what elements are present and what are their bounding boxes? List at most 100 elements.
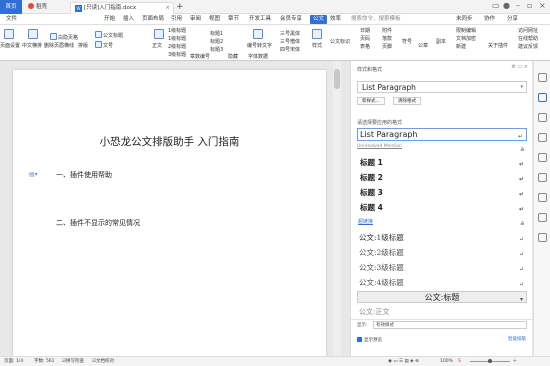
style-item-hyperlink[interactable]: 超链接 a bbox=[357, 218, 527, 227]
style-item-list-paragraph[interactable]: List Paragraph ↵ bbox=[357, 128, 527, 141]
menu-efficiency[interactable]: 效率 bbox=[330, 15, 341, 24]
edit-icon[interactable] bbox=[538, 133, 547, 142]
new-button[interactable]: 新建 bbox=[456, 44, 466, 51]
question-icon[interactable] bbox=[538, 153, 547, 162]
doc-proof-button[interactable]: ☑文档校对 bbox=[92, 358, 114, 366]
date-button[interactable]: 日期 bbox=[360, 28, 370, 35]
font-heiti-button[interactable]: 三号黑体 bbox=[280, 31, 300, 38]
doc-title-button[interactable]: 公文标题 bbox=[95, 31, 123, 40]
doc-number-button[interactable]: 文号 bbox=[95, 41, 113, 50]
search-command[interactable]: 搜索命令、搜索模板 bbox=[351, 15, 401, 24]
level2-title-button[interactable]: 2级标题 bbox=[168, 44, 186, 51]
vertical-scrollbar[interactable] bbox=[333, 61, 341, 356]
chinese-horizontal-button[interactable]: 中文横排 bbox=[22, 43, 42, 50]
show-preview-checkbox[interactable]: 显示预览 bbox=[357, 337, 382, 343]
about-plugin-button[interactable]: 关于插件 bbox=[488, 43, 508, 50]
menu-file[interactable]: 文件 bbox=[6, 15, 17, 24]
page-setup-button[interactable]: 页面设置 bbox=[0, 43, 20, 50]
avatar[interactable]: ● bbox=[503, 1, 510, 10]
menu-insert[interactable]: 插入 bbox=[123, 15, 134, 24]
style-item-gw-title[interactable]: 公文:标题 ▾ bbox=[357, 291, 527, 303]
number-to-text-button[interactable]: 编号转文字 bbox=[247, 43, 272, 50]
smart-layout-button[interactable]: 智能排版 bbox=[508, 336, 526, 342]
style-item-gw-level4[interactable]: 公文:4级标题 ↵ bbox=[357, 277, 527, 290]
level3-title-button[interactable]: 3级标题 bbox=[168, 52, 186, 59]
heading3-button[interactable]: 标题3 bbox=[210, 47, 223, 54]
heading2-button[interactable]: 标题2 bbox=[210, 39, 223, 46]
style-item-heading4[interactable]: 标题 4 ↵ bbox=[357, 202, 527, 215]
spell-check-button[interactable]: ☑拼写检查 bbox=[62, 358, 84, 366]
tab-daoke[interactable]: 稻壳 bbox=[24, 2, 66, 14]
zoom-level[interactable]: 100% bbox=[440, 358, 453, 366]
select-icon[interactable] bbox=[538, 73, 547, 82]
zoom-in-icon[interactable]: + bbox=[513, 358, 517, 366]
menu-review[interactable]: 审阅 bbox=[190, 15, 201, 24]
level1-title-button[interactable]: 1级标题 bbox=[168, 28, 186, 35]
show-filter-select[interactable]: 有效样式 bbox=[373, 321, 527, 329]
page-num-button[interactable]: 页码 bbox=[360, 36, 370, 43]
doc-encrypt-button[interactable]: 文档加密 bbox=[456, 36, 476, 43]
delete-header-line-button[interactable]: 删除页眉横线 bbox=[44, 43, 74, 50]
menu-member[interactable]: 会员专享 bbox=[280, 15, 302, 24]
page-indicator[interactable]: 页面: 1/4 bbox=[4, 358, 23, 366]
menu-section[interactable]: 章节 bbox=[228, 15, 239, 24]
location-icon[interactable] bbox=[538, 193, 547, 202]
style-item-gw-level3[interactable]: 公文:3级标题 ↵ bbox=[357, 262, 527, 275]
style-item-gw-body[interactable]: 公文:正文 bbox=[357, 306, 527, 319]
font-data-button[interactable]: 字体数据 bbox=[248, 54, 268, 61]
feedback-button[interactable]: 建议反馈 bbox=[518, 44, 538, 51]
minimize-icon[interactable]: – bbox=[516, 1, 520, 10]
heading1-button[interactable]: 标题1 bbox=[210, 31, 223, 38]
footer-button[interactable]: 页脚 bbox=[382, 44, 392, 51]
tab-document[interactable]: W [只读]入门指南.docx × bbox=[70, 2, 174, 14]
current-style-select[interactable]: List Paragraph ▾ bbox=[357, 81, 527, 93]
styles-pen-icon[interactable] bbox=[538, 93, 547, 102]
panel-controls[interactable]: ⚙ ▭ × bbox=[511, 64, 528, 70]
share-button[interactable]: 分享 bbox=[507, 15, 518, 24]
menu-gongwen[interactable]: 公文 bbox=[310, 15, 328, 24]
style-button[interactable]: 样式 bbox=[312, 43, 322, 50]
hidden-grid-button[interactable]: 白隐页格 bbox=[50, 33, 78, 42]
chapter-number-button[interactable]: 章数编号 bbox=[190, 54, 210, 61]
scroll-thumb[interactable] bbox=[334, 69, 340, 89]
collab-button[interactable]: 协作 bbox=[484, 15, 495, 24]
style-item-gw-level1[interactable]: 公文:1级标题 ↵ bbox=[357, 232, 527, 245]
close-tab-icon[interactable]: × bbox=[165, 3, 170, 14]
layers-icon[interactable] bbox=[538, 213, 547, 222]
word-count[interactable]: 字数: 561 bbox=[34, 358, 55, 366]
seal-button[interactable]: 公章 bbox=[418, 43, 428, 50]
comment-icon[interactable] bbox=[538, 233, 547, 242]
online-help-button[interactable]: 在线帮助 bbox=[518, 36, 538, 43]
sync-status[interactable]: 未同步 bbox=[456, 15, 473, 24]
layout-button[interactable]: 排版 bbox=[78, 43, 88, 50]
menu-start[interactable]: 开始 bbox=[104, 15, 115, 24]
zoom-slider-knob[interactable] bbox=[488, 359, 492, 363]
new-tab-button[interactable]: + bbox=[176, 2, 184, 12]
tab-home[interactable]: 首页 bbox=[0, 0, 22, 14]
doc-mark-button[interactable]: 公文标识 bbox=[330, 39, 350, 46]
style-item-unresolved[interactable]: Unresolved Mention a bbox=[357, 144, 527, 153]
new-style-button[interactable]: 新样式... bbox=[357, 97, 385, 105]
menu-dev-tools[interactable]: 开发工具 bbox=[249, 15, 271, 24]
signature-button[interactable]: 落款 bbox=[382, 36, 392, 43]
visit-site-button[interactable]: 访问网址 bbox=[518, 28, 538, 35]
shapes-icon[interactable] bbox=[538, 113, 547, 122]
close-window-icon[interactable]: × bbox=[539, 1, 546, 10]
maximize-icon[interactable]: ▫ bbox=[527, 1, 532, 10]
font-songti-button[interactable]: 四号宋体 bbox=[280, 47, 300, 54]
body-text-button[interactable]: 正文 bbox=[152, 43, 162, 50]
style-item-gw-level2[interactable]: 公文:2级标题 ↵ bbox=[357, 247, 527, 260]
style-item-heading3[interactable]: 标题 3 ↵ bbox=[357, 187, 527, 200]
clear-format-button[interactable]: 清除格式 bbox=[393, 97, 421, 105]
view-mode-icons[interactable]: ◉ ▭ ☰ ▤ ◈ ⊕ bbox=[388, 358, 419, 366]
copy-button[interactable]: 副本 bbox=[436, 39, 446, 46]
paragraph-mark-icon[interactable]: ▤▾ bbox=[29, 171, 38, 178]
hide-button[interactable]: 隐藏 bbox=[228, 54, 238, 61]
menu-page-layout[interactable]: 页面布局 bbox=[142, 15, 164, 24]
level1-title-button-2[interactable]: 1级标题 bbox=[168, 36, 186, 43]
table-button[interactable]: 表格 bbox=[360, 44, 370, 51]
layout-icon[interactable]: ▭ bbox=[492, 1, 500, 10]
attachment-button[interactable]: 附件 bbox=[382, 28, 392, 35]
font-kaiti-button[interactable]: 三号楷体 bbox=[280, 39, 300, 46]
ime-icon[interactable]: S bbox=[458, 358, 461, 366]
